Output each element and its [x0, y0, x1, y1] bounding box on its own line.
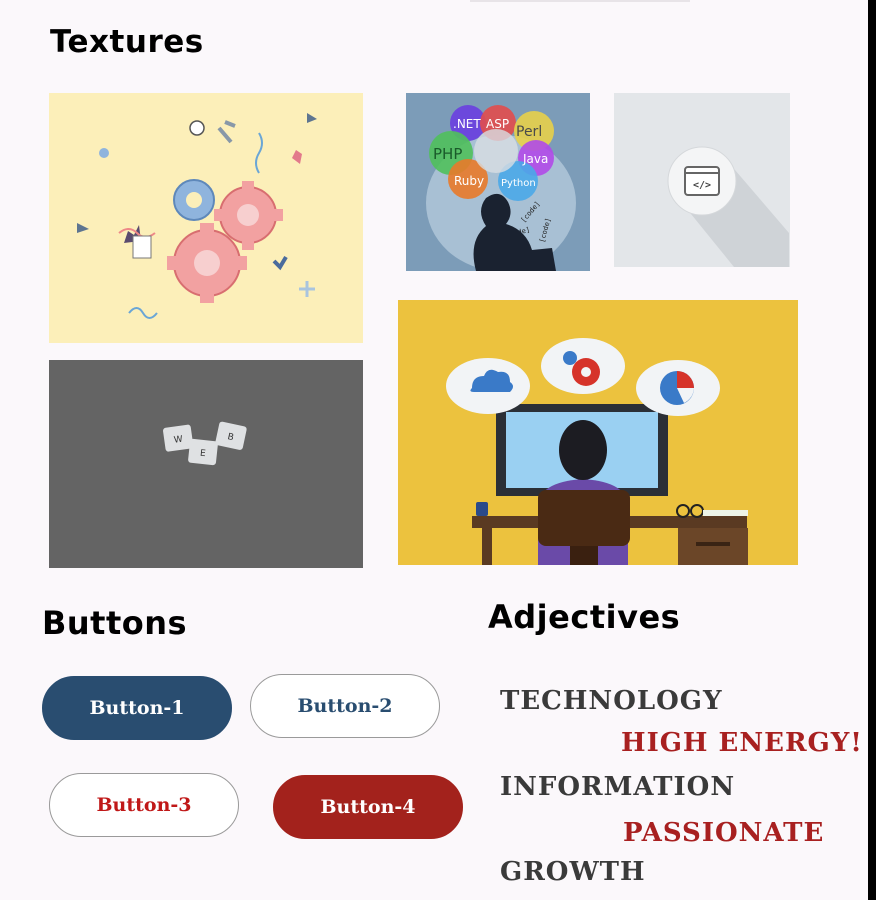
developer-desk-svg	[398, 300, 798, 565]
adjective-growth: GROWTH	[500, 857, 646, 887]
code-tag-icon-text: </>	[693, 180, 711, 191]
web-keycaps-svg: W E B	[49, 360, 363, 568]
button-3[interactable]: Button-3	[49, 773, 239, 837]
gears-illustration-image	[49, 93, 363, 343]
lang-asp: ASP	[486, 117, 509, 131]
code-icon-image: </>	[614, 93, 790, 267]
web-keycaps-image: W E B	[49, 360, 363, 568]
lang-php: PHP	[433, 145, 462, 163]
programmer-languages-image: .NET ASP Perl PHP Java Ruby Python [code…	[406, 93, 590, 271]
button-4[interactable]: Button-4	[273, 775, 463, 839]
lang-ruby: Ruby	[454, 174, 484, 188]
adjectives-heading: Adjectives	[488, 598, 681, 636]
textures-heading: Textures	[50, 24, 204, 60]
lang-python: Python	[501, 178, 536, 189]
adjective-passionate: PASSIONATE	[623, 818, 825, 848]
code-icon-svg: </>	[667, 146, 789, 267]
window-edge	[868, 0, 876, 900]
developer-desk-image	[398, 300, 798, 565]
gears-illustration-svg	[77, 113, 317, 319]
adjective-technology: TECHNOLOGY	[500, 686, 723, 716]
lang-dotnet: .NET	[453, 117, 481, 131]
button-1[interactable]: Button-1	[42, 676, 232, 740]
adjective-high-energy: HIGH ENERGY!	[621, 728, 863, 758]
programmer-languages-svg: .NET ASP Perl PHP Java Ruby Python [code…	[426, 105, 576, 271]
adjective-information: INFORMATION	[500, 772, 736, 802]
buttons-heading: Buttons	[42, 604, 188, 642]
button-2[interactable]: Button-2	[250, 674, 440, 738]
lang-java: Java	[522, 152, 548, 166]
top-divider	[470, 0, 690, 2]
keycap-w: W	[173, 435, 183, 446]
lang-perl: Perl	[516, 124, 542, 140]
